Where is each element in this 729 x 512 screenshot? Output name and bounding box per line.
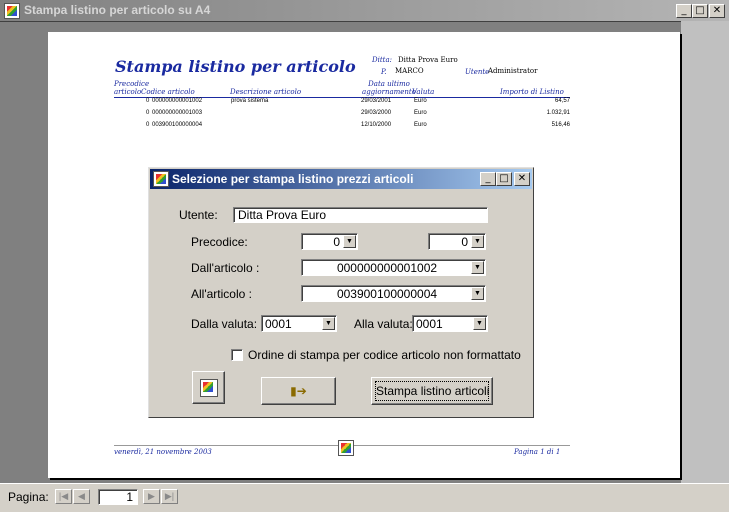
alla-valuta-value: 0001	[416, 317, 443, 331]
col-precodice-line1: Precodice	[114, 80, 150, 88]
precodice-to-value: 0	[461, 235, 468, 249]
chevron-down-icon[interactable]: ▼	[343, 235, 356, 248]
page-number-field[interactable]: 1	[98, 489, 138, 505]
ditta-value: Ditta Prova Euro	[398, 56, 458, 64]
print-list-button[interactable]: Stampa listino articoli	[371, 377, 493, 405]
row-data: 12/10/2000	[361, 122, 392, 128]
report-title: Stampa listino per articolo	[115, 57, 356, 76]
window-title: Stampa listino per articolo su A4	[24, 3, 211, 17]
row-codice: 000000000001003	[152, 110, 203, 116]
col-valuta: Valuta	[412, 88, 435, 96]
row-codice: 003900100000004	[152, 122, 203, 128]
col-data-line1: Data ultimo	[368, 80, 410, 88]
print-list-button-label: Stampa listino articoli	[375, 381, 489, 401]
utente-value: Administrator	[488, 67, 538, 75]
footer-page: Pagina 1 di 1	[514, 448, 561, 456]
row-valuta: Euro	[414, 122, 427, 128]
row-importo: 1.032,91	[546, 110, 570, 116]
dalla-valuta-label: Dalla valuta:	[191, 317, 258, 331]
p-value: MARCO	[395, 67, 424, 75]
preview-edge	[681, 21, 729, 483]
all-articolo-label: All'articolo :	[191, 287, 252, 301]
col-importo: Importo di Listino	[500, 88, 564, 96]
dialog-close-button[interactable]: ✕	[514, 172, 530, 186]
chevron-down-icon[interactable]: ▼	[473, 317, 486, 330]
row-importo: 516,46	[551, 122, 570, 128]
row-precodice: 0	[146, 110, 150, 116]
precodice-from-value: 0	[333, 235, 340, 249]
report-logo-icon	[338, 440, 354, 456]
precodice-to-combo[interactable]: 0 ▼	[428, 233, 486, 250]
all-articolo-combo[interactable]: 003900100000004 ▼	[301, 285, 486, 302]
dalla-valuta-value: 0001	[265, 317, 292, 331]
chevron-down-icon[interactable]: ▼	[322, 317, 335, 330]
dalla-valuta-combo[interactable]: 0001 ▼	[261, 315, 337, 332]
all-articolo-value: 003900100000004	[336, 287, 438, 301]
dialog-maximize-button[interactable]: □	[496, 172, 512, 186]
order-checkbox[interactable]	[231, 349, 243, 361]
last-page-button[interactable]: ▶|	[161, 489, 178, 504]
precodice-from-combo[interactable]: 0 ▼	[301, 233, 358, 250]
precodice-label: Precodice:	[191, 235, 248, 249]
minimize-button[interactable]: _	[676, 4, 692, 18]
window-titlebar: Stampa listino per articolo su A4 _ □ ✕	[0, 0, 729, 21]
utente-label: Utente	[465, 68, 490, 76]
dall-articolo-combo[interactable]: 000000000001002 ▼	[301, 259, 486, 276]
utente-label: Utente:	[179, 208, 218, 222]
row-valuta: Euro	[414, 110, 427, 116]
row-precodice: 0	[146, 122, 150, 128]
close-button[interactable]: ✕	[709, 4, 725, 18]
statusbar: Pagina: |◀ ◀ 1 ▶ ▶|	[0, 483, 729, 512]
print-icon	[200, 379, 218, 397]
alla-valuta-combo[interactable]: 0001 ▼	[412, 315, 488, 332]
ditta-label: Ditta:	[372, 56, 393, 64]
maximize-button[interactable]: □	[692, 4, 708, 18]
row-codice: 000000000001002	[152, 98, 203, 104]
first-page-button[interactable]: |◀	[55, 489, 72, 504]
dialog-app-icon	[153, 171, 169, 187]
row-valuta: Euro	[414, 98, 427, 104]
row-data: 29/03/2000	[361, 110, 392, 116]
next-page-button[interactable]: ▶	[143, 489, 160, 504]
selection-dialog: Selezione per stampa listino prezzi arti…	[148, 167, 534, 418]
col-codice: Codice articolo	[141, 88, 195, 96]
col-descrizione: Descrizione articolo	[230, 88, 302, 96]
prev-page-button[interactable]: ◀	[73, 489, 90, 504]
chevron-down-icon[interactable]: ▼	[471, 235, 484, 248]
app-icon	[4, 3, 20, 19]
dall-articolo-label: Dall'articolo :	[191, 261, 260, 275]
exit-door-icon: ▮➔	[290, 384, 307, 398]
dialog-titlebar: Selezione per stampa listino prezzi arti…	[150, 169, 532, 189]
utente-field[interactable]: Ditta Prova Euro	[233, 207, 488, 223]
chevron-down-icon[interactable]: ▼	[471, 287, 484, 300]
footer-date: venerdì, 21 novembre 2003	[114, 448, 212, 456]
printer-setup-button[interactable]	[192, 371, 225, 404]
exit-button[interactable]: ▮➔	[261, 377, 336, 405]
row-descrizione: prova sistema	[231, 98, 269, 104]
alla-valuta-label: Alla valuta:	[354, 317, 413, 331]
p-label: P.	[381, 68, 387, 76]
row-precodice: 0	[146, 98, 150, 104]
dialog-minimize-button[interactable]: _	[480, 172, 496, 186]
row-importo: 64,57	[554, 98, 570, 104]
dall-articolo-value: 000000000001002	[336, 261, 438, 275]
page-label: Pagina:	[8, 490, 49, 504]
order-checkbox-label: Ordine di stampa per codice articolo non…	[248, 348, 521, 362]
row-data: 29/03/2001	[361, 98, 392, 104]
chevron-down-icon[interactable]: ▼	[471, 261, 484, 274]
dialog-title: Selezione per stampa listino prezzi arti…	[172, 172, 414, 186]
